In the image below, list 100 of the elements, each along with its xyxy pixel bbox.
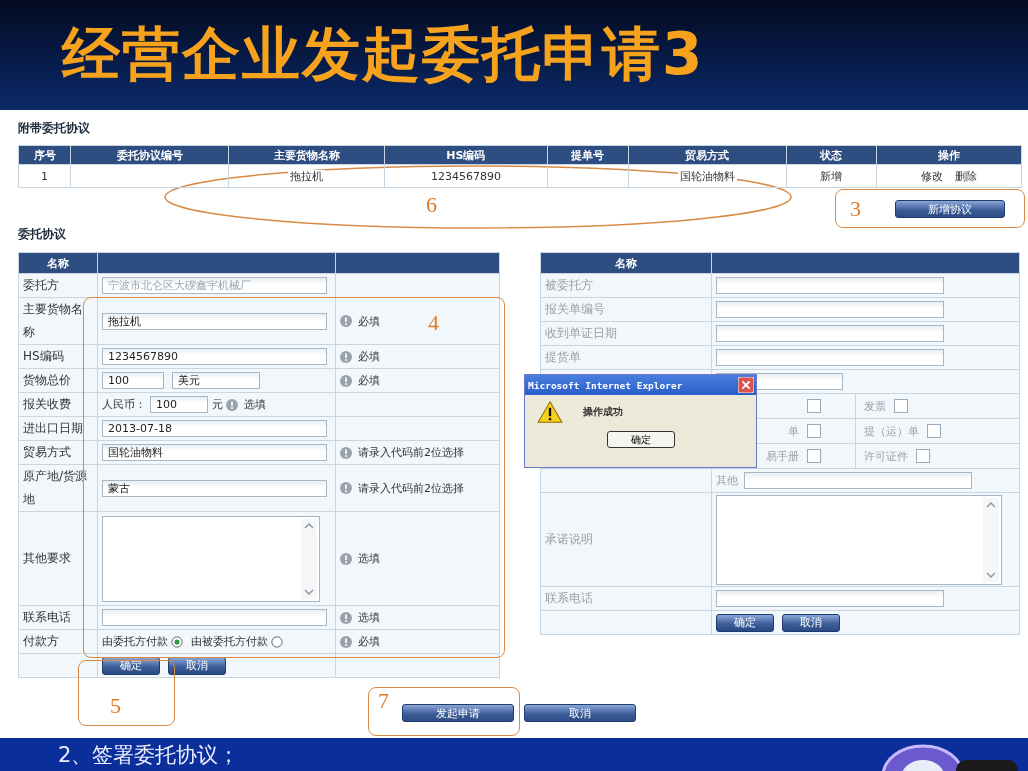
annotation-number: 7 [378,689,389,713]
text-field[interactable]: 2013-07-18 [102,420,327,437]
action-button[interactable]: 取消 [524,704,636,722]
hint-text: 必填 [358,349,380,364]
action-button[interactable]: 发起申请 [402,704,514,722]
close-icon[interactable] [738,377,754,393]
text-field[interactable] [716,301,944,318]
column-header: HS编码 [384,145,547,165]
column-header: 状态 [786,145,877,165]
form-button[interactable]: 取消 [168,656,226,675]
annotation-number: 4 [428,311,439,335]
text-field[interactable]: 1234567890 [102,348,327,365]
column-header: 操作 [876,145,1022,165]
text-field[interactable] [716,349,944,366]
chevron-up-icon[interactable] [304,522,314,529]
text-field[interactable] [744,472,972,489]
form-button[interactable]: 取消 [782,613,840,632]
table-cell: 拖拉机 [288,169,326,183]
alert-icon [226,398,238,411]
field-label: 委托方 [23,277,60,294]
scrollbar[interactable] [301,518,317,599]
checkbox[interactable] [916,449,930,463]
field-label: HS编码 [23,348,65,365]
column-header: 提单号 [547,145,629,165]
field-label: 其他要求 [23,550,72,567]
alert-icon [340,482,352,494]
checkbox-label: 单 [788,423,799,439]
dialog-message: 操作成功 [583,405,623,419]
footer-text: 2、签署委托协议； [58,741,240,769]
field-label: 进出口日期 [23,420,84,437]
ok-button[interactable]: 确定 [606,431,675,448]
alert-icon [340,446,352,459]
field-label: 主要货物名称 [23,301,84,341]
checkbox-label: 易手册 [766,448,799,464]
field-label: 报关单编号 [545,301,606,318]
column-header: 名称 [18,252,98,274]
section-heading: 附带委托协议 [18,120,91,137]
hint-text: 选填 [358,610,380,625]
annotation-number: 6 [426,193,437,217]
radio-button[interactable] [271,635,283,648]
field-label: 承诺说明 [545,531,594,548]
annotation-number: 3 [850,197,861,221]
text-field[interactable] [716,277,944,294]
text-area[interactable] [102,515,320,602]
field-label: 收到单证日期 [545,325,618,342]
section-heading: 委托协议 [18,226,67,243]
checkbox-label: 提（运）单 [864,423,919,439]
checkbox[interactable] [807,399,821,413]
column-header: 贸易方式 [628,145,787,165]
hint-text: 必填 [358,313,380,329]
scrollbar[interactable] [983,497,999,582]
field-label: 其他 [716,473,738,488]
field-label: 联系电话 [545,590,594,607]
currency-label: 人民币： [102,397,146,412]
add-agreement-button[interactable]: 新增协议 [895,200,1005,218]
hint-text: 请录入代码前2位选择 [358,480,464,496]
alert-icon [340,552,352,565]
column-header: 主要货物名称 [228,145,385,165]
checkbox-label: 许可证件 [864,448,908,464]
hint-text: 选填 [358,551,380,566]
field-label: 提货单 [545,349,582,366]
slide-title: 经营企业发起委托申请3 [62,19,705,90]
checkbox[interactable] [807,449,821,463]
radio-label: 由委托方付款 [102,634,168,649]
field-label: 贸易方式 [23,444,72,461]
radio-label: 由被委托方付款 [191,634,268,649]
table-cell: 国轮油物料 [677,169,737,183]
checkbox[interactable] [894,399,908,413]
alert-icon [340,611,352,624]
field-label: 联系电话 [23,609,72,626]
text-area[interactable] [716,494,1002,585]
chevron-down-icon[interactable] [986,571,996,578]
text-field[interactable] [102,609,327,626]
checkbox-label: 发票 [864,398,886,414]
text-field[interactable] [716,590,944,607]
warning-icon [537,401,563,423]
fee-field[interactable]: 100 [150,396,208,413]
action-link[interactable]: 修改 [918,169,945,183]
checkbox[interactable] [927,424,941,438]
text-field[interactable] [716,325,944,342]
field-label: 被委托方 [545,277,594,294]
form-button[interactable]: 确定 [716,613,774,632]
text-field[interactable]: 拖拉机 [102,312,327,330]
text-field[interactable]: 蒙古 [102,479,327,497]
alert-icon [340,315,352,327]
hint-text: 选填 [244,397,266,412]
amount-field[interactable]: 100 [102,372,164,389]
checkbox[interactable] [807,424,821,438]
action-link[interactable]: 删除 [952,169,979,183]
alert-icon [340,635,352,648]
chevron-down-icon[interactable] [304,588,314,595]
radio-button[interactable] [171,635,183,648]
hint-text: 请录入代码前2位选择 [358,445,464,460]
alert-icon [340,374,352,387]
currency-field[interactable]: 美元 [172,372,260,389]
hint-text: 必填 [358,373,380,388]
text-field[interactable]: 国轮油物料 [102,444,327,461]
chevron-up-icon[interactable] [986,501,996,508]
annotation-number: 5 [110,694,121,718]
field-label: 货物总价 [23,372,72,389]
